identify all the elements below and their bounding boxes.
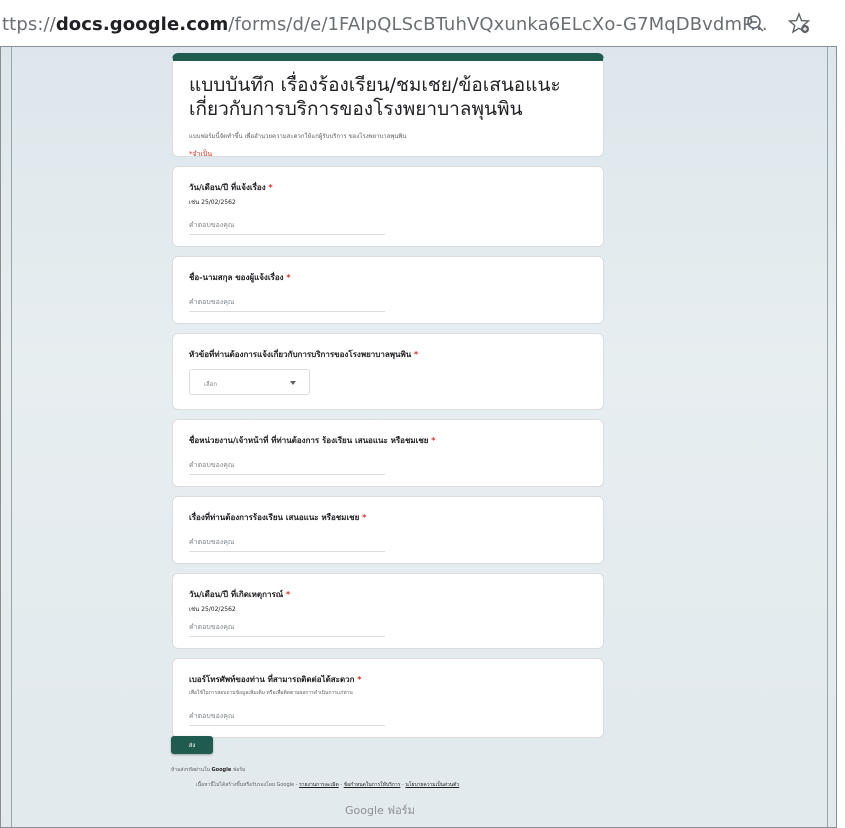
google-forms-logo[interactable]: Google ฟอร์ม [345,801,415,819]
required-note: *จำเป็น [189,150,213,158]
form-description: แบบฟอร์มนี้จัดทำขึ้น เพื่ออำนวยความสะดวก… [189,133,407,140]
answer-input[interactable]: คำตอบของคุณ [189,220,385,235]
scan-edge-line [827,47,828,827]
question-hint: เช่น 25/02/2562 [189,199,236,206]
answer-input[interactable]: คำตอบของคุณ [189,537,385,552]
question-label: วัน/เดือน/ปี ที่แจ้งเรื่อง * [189,183,273,192]
privacy-link[interactable]: นโยบายความเป็นส่วนตัว [405,782,459,788]
report-abuse-link[interactable]: รายงานการละเมิด [299,782,339,788]
question-hint: เพื่อใช้ในการสอบถามข้อมูลเพิ่มเติม หรือเ… [189,690,353,696]
question-card: ชื่อหน่วยงาน/เจ้าหน้าที่ ที่ท่านต้องการ … [172,419,604,487]
zoom-out-icon[interactable] [746,14,766,34]
url-text[interactable]: ttps://docs.google.com/forms/d/e/1FAIpQL… [2,14,768,35]
question-card: วัน/เดือน/ปี ที่เกิดเหตุการณ์ * เช่น 25/… [172,573,604,649]
answer-input[interactable]: คำตอบของคุณ [189,460,385,475]
question-hint: เช่น 25/02/2562 [189,606,236,613]
question-card: เบอร์โทรศัพท์ของท่าน ที่สามารถติดต่อได้ส… [172,658,604,738]
question-card: ชื่อ-นามสกุล ของผู้แจ้งเรื่อง * คำตอบของ… [172,256,604,324]
form-title: แบบบันทึก เรื่องร้องเรียน/ชมเชย/ข้อเสนอแ… [189,74,561,120]
question-label: วัน/เดือน/ปี ที่เกิดเหตุการณ์ * [189,590,291,599]
form-container: แบบบันทึก เรื่องร้องเรียน/ชมเชย/ข้อเสนอแ… [172,53,604,747]
question-card: เรื่องที่ท่านต้องการร้องเรียน เสนอแนะ หร… [172,496,604,564]
footer-disclaimer: เนื้อหานี้ไม่ได้สร้างขึ้นหรือรับรองโดย G… [196,782,460,788]
question-card: วัน/เดือน/ปี ที่แจ้งเรื่อง * เช่น 25/02/… [172,166,604,247]
submit-button[interactable]: ส่ง [171,736,213,754]
address-bar[interactable]: ttps://docs.google.com/forms/d/e/1FAIpQL… [0,0,845,46]
answer-input[interactable]: คำตอบของคุณ [189,622,385,637]
topic-select[interactable]: เลือก [189,369,310,395]
question-card: หัวข้อที่ท่านต้องการแจ้งเกี่ยวกับการบริก… [172,333,604,410]
question-label: เรื่องที่ท่านต้องการร้องเรียน เสนอแนะ หร… [189,513,367,522]
dropdown-arrow-icon [290,381,296,385]
form-header-card: แบบบันทึก เรื่องร้องเรียน/ชมเชย/ข้อเสนอแ… [172,53,604,158]
question-label: เบอร์โทรศัพท์ของท่าน ที่สามารถติดต่อได้ส… [189,675,362,684]
select-placeholder: เลือก [204,381,217,388]
add-favorite-icon[interactable] [788,12,812,36]
answer-input[interactable]: คำตอบของคุณ [189,711,385,726]
question-label: ชื่อ-นามสกุล ของผู้แจ้งเรื่อง * [189,273,291,282]
question-label: หัวข้อที่ท่านต้องการแจ้งเกี่ยวกับการบริก… [189,350,419,359]
question-label: ชื่อหน่วยงาน/เจ้าหน้าที่ ที่ท่านต้องการ … [189,436,436,445]
answer-input[interactable]: คำตอบของคุณ [189,297,385,312]
scan-edge-line [11,47,12,827]
browser-viewport: แบบบันทึก เรื่องร้องเรียน/ชมเชย/ข้อเสนอแ… [0,46,837,828]
password-warning: ห้ามส่งรหัสผ่านใน Google ฟอร์ม [171,767,246,773]
terms-link[interactable]: ข้อกำหนดในการให้บริการ [344,782,401,788]
